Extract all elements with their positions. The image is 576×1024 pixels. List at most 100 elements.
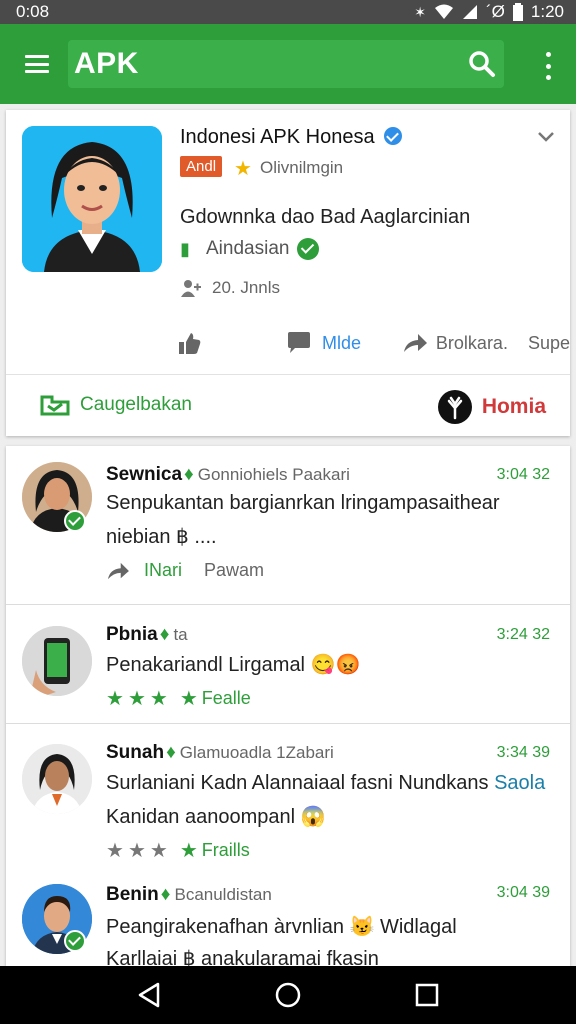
app-title: Indonesi APK Honesa bbox=[180, 126, 403, 149]
share-arrow-icon[interactable] bbox=[106, 561, 130, 581]
author-meta: Gonniohiels Paakari bbox=[197, 465, 350, 484]
app-card[interactable]: Indonesi APK Honesa Andl ★ Olivnilmgin G… bbox=[6, 110, 570, 436]
home-circle-icon bbox=[275, 982, 301, 1008]
post-author: Benin ♦ Bcanuldistan bbox=[106, 884, 272, 906]
back-button[interactable] bbox=[129, 975, 169, 1015]
badge-icon: ♦ bbox=[166, 742, 176, 763]
more-options-icon[interactable] bbox=[536, 52, 560, 80]
share-button[interactable]: Brolkara. Supe bbox=[402, 332, 570, 354]
user-icon bbox=[181, 280, 201, 297]
category-tag: Andl bbox=[180, 156, 223, 177]
wifi-icon bbox=[435, 4, 454, 19]
post-author: Sewnica ♦ Gonniohiels Paakari bbox=[106, 464, 350, 486]
home-button[interactable]: Homia bbox=[437, 390, 546, 424]
divider bbox=[6, 374, 570, 375]
post-action-secondary[interactable]: Pawam bbox=[204, 560, 264, 581]
post-author: Sunah ♦ Glamuoadla 1Zabari bbox=[106, 742, 334, 764]
star-icon: ★ bbox=[149, 840, 168, 862]
post-text-line2: Kanidan aanoompanl 😱 bbox=[106, 806, 326, 828]
status-clock: 1:20 bbox=[530, 2, 564, 21]
app-description: Gdownnka dao Bad Aaglarcinian bbox=[180, 206, 471, 228]
comment-button[interactable]: Mlde bbox=[286, 331, 402, 355]
app-bar: APK bbox=[0, 24, 576, 104]
home-nav-button[interactable] bbox=[268, 975, 308, 1015]
post-time: 3:24 32 bbox=[496, 626, 550, 643]
rating-label: Fealle bbox=[201, 688, 251, 708]
divider bbox=[6, 723, 570, 724]
action-row: Mlde Brolkara. Supe bbox=[176, 328, 570, 358]
comment-label: Mlde bbox=[321, 332, 361, 353]
search-icon[interactable] bbox=[466, 48, 498, 80]
signal-icon bbox=[463, 5, 478, 19]
verified-icon bbox=[384, 127, 403, 145]
search-bar[interactable]: APK bbox=[68, 40, 504, 88]
star-icon: ★ bbox=[106, 688, 124, 710]
app-title-text: Indonesi APK Honesa bbox=[180, 126, 375, 148]
developer-name: Aindasian bbox=[206, 238, 290, 259]
chevron-down-icon[interactable] bbox=[536, 126, 556, 146]
check-icon bbox=[297, 238, 320, 260]
like-button[interactable] bbox=[176, 330, 286, 356]
star-rating: ★ ★ ★ ★ Fealle bbox=[106, 686, 251, 711]
install-label: Caugelbakan bbox=[80, 394, 192, 415]
home-label: Homia bbox=[481, 395, 546, 418]
author-name: Benin bbox=[106, 884, 159, 905]
badge-icon: ♦ bbox=[184, 464, 194, 485]
post-text-line1: Surlaniani Kadn Alannaiaal fasni Nundkan… bbox=[106, 772, 545, 795]
author-meta: Glamuoadla 1Zabari bbox=[179, 743, 334, 762]
share-label: Brolkara. bbox=[435, 332, 508, 353]
post-text-line1: Penakariandl Lirgamal 😋😡 bbox=[106, 654, 361, 676]
star-icon: ★ bbox=[179, 840, 198, 862]
author-meta: ta bbox=[173, 625, 188, 644]
post-text-line2: niebian ฿ .... bbox=[106, 526, 217, 548]
battery-icon bbox=[512, 3, 523, 21]
post-actions: INari Pawam bbox=[106, 560, 264, 581]
downloads-count: 20. Jnnls bbox=[212, 278, 281, 297]
menu-button[interactable] bbox=[0, 24, 74, 104]
extra-label[interactable]: Supe bbox=[528, 333, 570, 354]
recents-button[interactable] bbox=[407, 975, 447, 1015]
post-link[interactable]: Saola bbox=[494, 772, 545, 794]
author-name: Sunah bbox=[106, 742, 165, 763]
comment-icon bbox=[287, 332, 310, 353]
star-icon: ★ bbox=[234, 158, 252, 180]
star-icon: ★ bbox=[127, 688, 146, 710]
author-name: Pbnia bbox=[106, 624, 158, 645]
tree-logo-icon bbox=[437, 390, 472, 424]
star-icon: ★ bbox=[106, 840, 124, 862]
status-time: 0:08 bbox=[16, 2, 50, 21]
hamburger-icon bbox=[25, 55, 49, 73]
star-icon: ★ bbox=[149, 688, 168, 710]
avatar[interactable] bbox=[22, 626, 92, 696]
thumbs-up-icon bbox=[179, 333, 201, 354]
status-icons: ✶ ´Ø 1:20 bbox=[414, 2, 564, 22]
badge-icon: ♦ bbox=[159, 624, 170, 645]
list-item[interactable]: Sunah ♦ Glamuoadla 1Zabari 3:34 39 Surlani… bbox=[6, 726, 570, 866]
post-text-line2: Karllaiai ฿ anakularamai fkasin bbox=[106, 948, 379, 966]
list-item[interactable]: Benin ♦ Bcanuldistan 3:04 39 Peangirakenaf… bbox=[6, 866, 570, 966]
divider bbox=[6, 604, 570, 605]
list-item[interactable]: Sewnica ♦ Gonniohiels Paakari 3:04 32 Senp… bbox=[6, 446, 570, 606]
verified-check-icon bbox=[64, 510, 86, 532]
badge-icon: ♦ bbox=[160, 884, 171, 905]
status-bar: 0:08 ✶ ´Ø 1:20 bbox=[0, 0, 576, 24]
system-nav-bar bbox=[0, 966, 576, 1024]
search-input[interactable]: APK bbox=[68, 47, 139, 81]
star-rating: ★ ★ ★ ★ Fraills bbox=[106, 838, 250, 863]
back-triangle-icon bbox=[139, 982, 160, 1008]
avatar[interactable] bbox=[22, 744, 92, 814]
status-extra: ´Ø bbox=[486, 2, 505, 21]
author-meta: Bcanuldistan bbox=[174, 885, 272, 904]
bluetooth-icon: ✶ bbox=[414, 3, 427, 20]
rating-label: Fraills bbox=[201, 840, 250, 860]
recents-square-icon bbox=[415, 983, 438, 1007]
author-name: Sewnica bbox=[106, 464, 183, 485]
list-item[interactable]: Pbnia ♦ ta 3:24 32 Penakariandl Lirgamal 😋… bbox=[6, 606, 570, 724]
app-icon-avatar[interactable] bbox=[22, 126, 162, 272]
post-action-primary[interactable]: INari bbox=[144, 560, 182, 581]
developer-row[interactable]: ▮ Aindasian bbox=[180, 238, 320, 260]
post-time: 3:34 39 bbox=[496, 744, 550, 761]
package-icon bbox=[40, 395, 70, 416]
install-button[interactable]: Caugelbakan bbox=[40, 394, 192, 416]
post-time: 3:04 39 bbox=[496, 884, 550, 901]
